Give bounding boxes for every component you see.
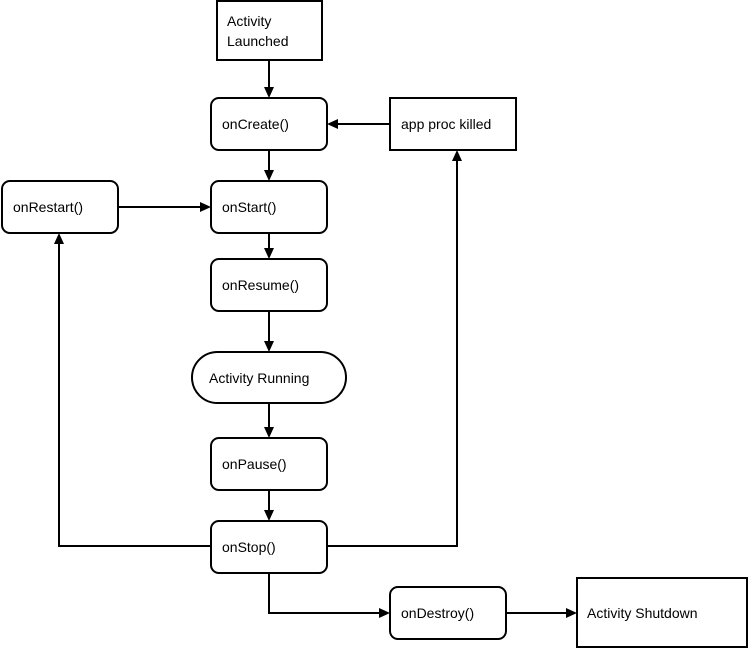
node-label: Activity Shutdown xyxy=(587,605,698,621)
arrowhead-icon xyxy=(264,510,274,521)
edge-onstart-to-onresume xyxy=(264,233,274,259)
node-label: Launched xyxy=(227,33,289,49)
arrowhead-icon xyxy=(566,608,577,618)
arrowhead-icon xyxy=(379,608,390,618)
node-label: app proc killed xyxy=(401,116,491,132)
edge-running-to-onpause xyxy=(264,403,274,438)
node-onpause: onPause() xyxy=(210,437,328,491)
edge-launched-to-oncreate xyxy=(264,60,274,98)
node-label: Activity xyxy=(227,13,271,29)
node-onstop: onStop() xyxy=(210,520,328,574)
arrowhead-icon xyxy=(54,233,64,244)
edge-onpause-to-onstop xyxy=(264,490,274,521)
lifecycle-diagram: Activity Launched onCreate() app proc kille… xyxy=(1,0,748,648)
node-label: onStop() xyxy=(222,539,276,555)
connector-line xyxy=(58,244,211,547)
node-onresume: onResume() xyxy=(210,258,328,312)
edge-onrestart-to-onstart xyxy=(118,202,211,212)
node-label: onRestart() xyxy=(13,199,83,215)
node-label: onPause() xyxy=(222,456,287,472)
node-label: onResume() xyxy=(222,277,299,293)
arrowhead-icon xyxy=(264,87,274,98)
connector-line xyxy=(268,573,379,614)
node-label: onDestroy() xyxy=(401,605,474,621)
arrowhead-icon xyxy=(452,150,462,161)
node-shape xyxy=(216,0,323,61)
node-onrestart: onRestart() xyxy=(1,180,119,234)
node-killed: app proc killed xyxy=(389,97,517,151)
edge-onstop-to-ondestroy xyxy=(268,573,390,618)
arrowhead-icon xyxy=(327,119,338,129)
arrowhead-icon xyxy=(264,427,274,438)
node-label: onCreate() xyxy=(222,116,289,132)
node-label: Activity Running xyxy=(209,370,309,386)
node-shutdown: Activity Shutdown xyxy=(576,577,748,648)
node-ondestroy: onDestroy() xyxy=(389,586,507,640)
edge-onresume-to-running xyxy=(264,311,274,352)
node-onstart: onStart() xyxy=(210,180,328,234)
arrowhead-icon xyxy=(264,170,274,181)
edge-onstop-to-killed xyxy=(327,150,462,547)
edge-killed-to-oncreate xyxy=(327,119,390,129)
edge-onstop-to-onrestart xyxy=(54,233,211,547)
node-label: onStart() xyxy=(222,199,276,215)
node-oncreate: onCreate() xyxy=(210,97,328,151)
nodes-layer: Activity Launched onCreate() app proc kille… xyxy=(1,0,748,648)
edge-ondestroy-to-shutdown xyxy=(506,608,577,618)
arrowhead-icon xyxy=(200,202,211,212)
node-launched: Activity Launched xyxy=(216,0,323,61)
arrowhead-icon xyxy=(264,341,274,352)
edge-oncreate-to-onstart xyxy=(264,150,274,181)
connector-line xyxy=(327,161,458,547)
arrowhead-icon xyxy=(264,248,274,259)
node-running: Activity Running xyxy=(191,351,347,404)
